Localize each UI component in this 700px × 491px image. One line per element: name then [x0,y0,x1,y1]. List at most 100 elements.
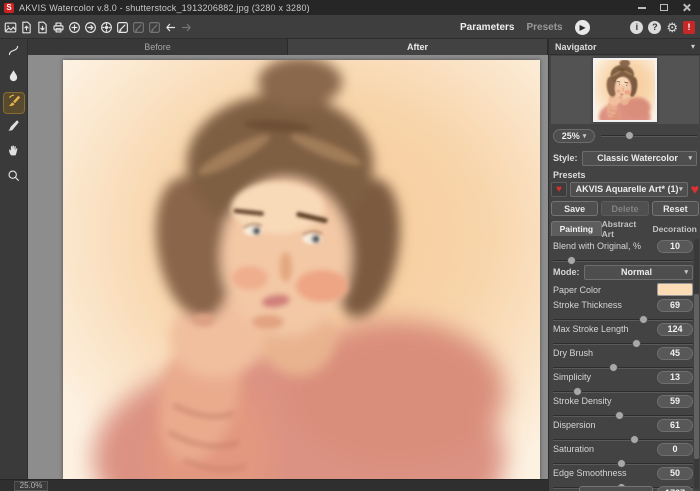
tool-hand[interactable] [4,143,24,163]
open-image-button[interactable] [18,18,34,36]
param-value-box[interactable]: 50 [657,467,693,480]
tab-painting[interactable]: Painting [551,221,602,236]
brush-icon [7,94,21,113]
maximize-button[interactable] [658,3,670,13]
param-simplicity: Simplicity13 [553,370,693,394]
close-icon [682,3,691,12]
panel-scrollbar-thumb[interactable] [694,294,699,459]
image-icon [4,21,17,34]
style-dropdown-icon: ▾ [688,154,692,162]
curve-icon [7,44,20,62]
mode-select[interactable]: Normal▾ [584,265,694,280]
title-bar: S AKVIS Watercolor v.8.0 - shutterstock_… [0,0,700,15]
drop-icon [7,69,20,87]
play-icon: ▶ [580,23,586,32]
tab-decoration[interactable]: Decoration [650,221,699,236]
tab-after[interactable]: After [288,39,548,55]
license-icon: ! [688,22,691,32]
help-button[interactable]: ? [648,21,661,34]
random-seed-row: Random Seed 1767 [553,486,693,491]
navigator-collapse-icon[interactable]: ▾ [691,42,695,51]
preset-select[interactable]: AKVIS Aquarelle Art* (1) ▾ [570,182,688,197]
paper-color-swatch[interactable] [657,283,693,296]
tab-abstract-art[interactable]: Abstract Art [602,221,651,236]
navigator-header[interactable]: Navigator ▾ [549,39,700,55]
watercolor-result-image[interactable] [63,60,540,479]
param-slider-track[interactable] [553,319,693,321]
param-saturation: Saturation0 [553,442,693,466]
param-value-box[interactable]: 45 [657,347,693,360]
param-blend-with-original: Blend with Original, %10 [553,239,693,263]
presets-mode-label[interactable]: Presets [526,22,562,33]
preset-row: ♥ AKVIS Aquarelle Art* (1) ▾ ♥ [551,181,699,197]
param-dispersion: Dispersion61 [553,418,693,442]
tool-column [0,39,28,479]
navigator-thumbnail[interactable] [593,58,657,122]
magnifier-icon [7,169,20,187]
favorites-filter-heart-icon: ♥ [556,184,562,195]
reset-button[interactable]: Reset [652,201,699,216]
param-slider-track[interactable] [553,343,693,345]
minimize-button[interactable] [636,3,648,13]
portrait-artwork [63,60,540,479]
save-icon [36,21,49,34]
param-label: Mode: [553,267,580,277]
tool-history-brush[interactable] [4,93,24,113]
preset-value: AKVIS Aquarelle Art* (1) [575,184,679,194]
tool-stroke-direction[interactable] [4,43,24,63]
save-image-button[interactable] [34,18,50,36]
quick-preset-button-3 [146,18,162,36]
import-icon [68,21,81,34]
view-tab-bar: Before After [28,39,548,55]
hand-icon [7,144,20,162]
show-favorites-button[interactable]: ♥ [551,182,567,197]
export-presets-button[interactable] [82,18,98,36]
tool-blur[interactable] [4,68,24,88]
zoom-select[interactable]: 25% ▾ [553,129,595,143]
run-button[interactable]: ▶ [575,20,590,35]
license-button[interactable]: ! [683,21,695,34]
quick-preset-button-1[interactable] [114,18,130,36]
undo-button[interactable] [162,18,178,36]
panel-scrollbar[interactable] [694,239,699,489]
param-value-box[interactable]: 69 [657,299,693,312]
zoom-control-row: 25% ▾ [553,128,697,143]
param-value-box[interactable]: 13 [657,371,693,384]
tab-before[interactable]: Before [28,39,288,55]
zoom-slider-track[interactable] [601,135,697,137]
batch-processing-button[interactable] [98,18,114,36]
close-button[interactable] [680,3,692,13]
add-to-favorites-button[interactable]: ♥ [691,182,699,196]
param-slider-track[interactable] [553,367,693,369]
preferences-button[interactable]: ⚙ [666,21,678,34]
zoom-slider-handle[interactable] [625,131,634,140]
parameters-mode-label[interactable]: Parameters [460,22,514,33]
tool-zoom[interactable] [4,168,24,188]
random-seed-value[interactable]: 1767 [657,486,693,491]
parameter-tabs: PaintingAbstract ArtDecoration [551,221,699,236]
import-presets-button[interactable] [66,18,82,36]
export-icon [84,21,97,34]
print-button[interactable] [50,18,66,36]
info-button[interactable]: i [630,21,643,34]
param-label: Simplicity [553,372,657,382]
app-thumbnail-button[interactable] [2,18,18,36]
tool-smudge[interactable] [4,118,24,138]
favorite-heart-icon: ♥ [691,181,699,197]
param-value-box[interactable]: 59 [657,395,693,408]
zoom-slider[interactable] [601,129,697,143]
random-seed-button[interactable]: Random Seed [579,486,653,491]
style-select[interactable]: Classic Watercolor ▾ [582,151,697,166]
minimize-icon [638,7,646,9]
redo-button [178,18,194,36]
param-value-box[interactable]: 10 [657,240,693,253]
param-value-box[interactable]: 124 [657,323,693,336]
pen-icon [116,21,129,34]
param-value-box[interactable]: 0 [657,443,693,456]
mode-dropdown-icon: ▾ [684,268,688,276]
param-value-box[interactable]: 61 [657,419,693,432]
param-slider-track[interactable] [553,439,693,441]
save-preset-button[interactable]: Save [551,201,598,216]
style-value: Classic Watercolor [587,153,689,163]
settings-panel: Navigator ▾ 25% ▾ Style: Classic Waterco… [548,39,700,491]
